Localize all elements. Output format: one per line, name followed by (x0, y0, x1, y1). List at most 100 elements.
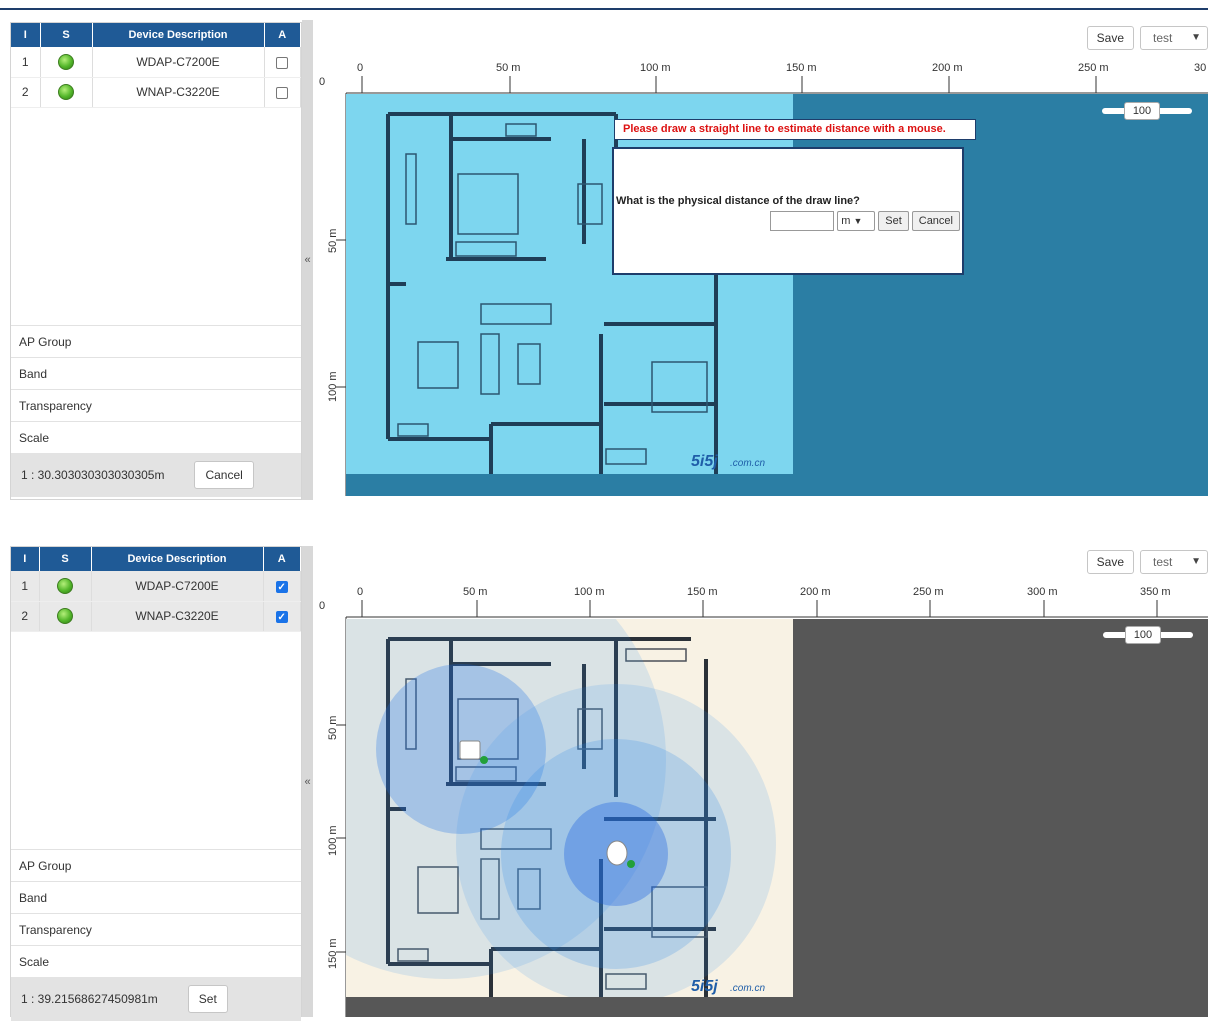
table-row[interactable]: 1 WDAP-C7200E ✓ (11, 571, 301, 602)
dropdown-caret-icon: ▼ (853, 216, 863, 226)
option-ap-group[interactable]: AP Group (11, 325, 301, 357)
table-row[interactable]: 1 WDAP-C7200E (11, 47, 301, 78)
ruler-x-label: 150 m (687, 586, 718, 598)
watermark-text: 5i5j (691, 978, 718, 995)
ruler-x-label: 300 m (1027, 586, 1058, 598)
zoom-slider[interactable]: 100 (1102, 102, 1192, 120)
floor-plan-image: 5i5j .com.cn (346, 619, 793, 1004)
status-green-dot-icon (58, 84, 74, 100)
dialog-question: What is the physical distance of the dra… (616, 195, 860, 207)
col-header-active[interactable]: A (264, 23, 301, 47)
option-scale[interactable]: Scale (11, 421, 301, 453)
ruler-x-label: 200 m (932, 62, 963, 74)
bottom-screenshot-panel: I S Device Description A 1 WDAP-C7200E ✓… (0, 530, 1208, 1021)
save-button[interactable]: Save (1086, 26, 1134, 50)
floor-select[interactable]: test ▼ (1140, 26, 1208, 50)
floor-select[interactable]: test ▼ (1140, 550, 1208, 574)
top-border-line (0, 8, 1208, 10)
options-list: AP Group Band Transparency Scale 1 : 30.… (11, 325, 301, 497)
row-index: 2 (11, 77, 41, 108)
ruler-x-label: 250 m (913, 586, 944, 598)
scale-value: 1 : 39.21568627450981m (21, 992, 158, 1006)
save-button[interactable]: Save (1086, 550, 1134, 574)
ruler-x-label: 30 (1194, 62, 1206, 74)
scale-value: 1 : 30.303030303030305m (21, 468, 165, 482)
ruler-x-label: 200 m (800, 586, 831, 598)
table-row[interactable]: 2 WNAP-C3220E (11, 77, 301, 108)
toolbar: Save test ▼ (1086, 550, 1208, 574)
checkbox-icon[interactable]: ✓ (275, 580, 288, 593)
ruler-x-ticks (361, 76, 1097, 93)
cancel-button[interactable]: Cancel (194, 461, 254, 489)
ruler-y-label: 50 m (327, 229, 339, 253)
ruler-x-label: 0 (357, 586, 363, 598)
option-transparency[interactable]: Transparency (11, 389, 301, 421)
unit-select-value: m (841, 215, 851, 227)
device-table: I S Device Description A 1 WDAP-C7200E 2… (11, 23, 301, 108)
options-list: AP Group Band Transparency Scale 1 : 39.… (11, 849, 301, 1021)
col-header-status[interactable]: S (39, 547, 92, 571)
col-header-description[interactable]: Device Description (92, 23, 265, 47)
ruler-x-label: 350 m (1140, 586, 1171, 598)
ruler-x-label: 150 m (786, 62, 817, 74)
set-button[interactable]: Set (187, 985, 228, 1013)
floorplan-canvas[interactable]: 5i5j .com.cn 100 (346, 619, 1208, 1017)
option-band[interactable]: Band (11, 881, 301, 913)
device-sidebar: I S Device Description A 1 WDAP-C7200E ✓… (10, 546, 302, 1021)
toolbar: Save test ▼ (1086, 26, 1208, 50)
ruler-y-label: 100 m (327, 371, 339, 402)
row-index: 1 (11, 571, 40, 602)
col-header-index[interactable]: I (11, 547, 40, 571)
option-scale[interactable]: Scale (11, 945, 301, 977)
ruler-x-label: 50 m (463, 586, 487, 598)
watermark-text: 5i5j (691, 453, 718, 470)
ruler-x-label: 50 m (496, 62, 520, 74)
ruler-x-label: 0 (357, 62, 363, 74)
dropdown-caret-icon: ▼ (1191, 556, 1201, 567)
ruler-x-ticks (361, 600, 1158, 617)
distance-hint: Please draw a straight line to estimate … (614, 119, 976, 140)
ruler-y-label: 100 m (327, 825, 339, 856)
ruler-x-label: 100 m (574, 586, 605, 598)
col-header-description[interactable]: Device Description (91, 547, 264, 571)
checkbox-icon[interactable]: ✓ (275, 610, 288, 623)
option-band[interactable]: Band (11, 357, 301, 389)
floor-plan-drawing: 5i5j .com.cn (346, 619, 776, 1004)
row-description: WNAP-C3220E (91, 601, 264, 632)
col-header-active[interactable]: A (263, 547, 301, 571)
col-header-status[interactable]: S (40, 23, 93, 47)
row-index: 2 (11, 601, 40, 632)
ruler-y-label: 150 m (327, 938, 339, 969)
distance-dialog: What is the physical distance of the dra… (612, 147, 964, 275)
svg-text:.com.cn: .com.cn (730, 983, 765, 994)
row-description: WDAP-C7200E (92, 47, 265, 78)
ruler-y-label: 0 (319, 600, 325, 612)
coverage-heatmap (346, 619, 776, 1004)
option-ap-group[interactable]: AP Group (11, 849, 301, 881)
status-green-dot-icon (57, 577, 73, 594)
zoom-slider[interactable]: 100 (1103, 626, 1193, 644)
unit-select[interactable]: m ▼ (837, 211, 876, 231)
row-description: WNAP-C3220E (92, 77, 265, 108)
status-green-dot-icon (58, 53, 74, 70)
cancel-button[interactable]: Cancel (911, 211, 960, 231)
ruler-y-label: 0 (319, 76, 325, 88)
dialog-controls: m ▼ Set Cancel (770, 211, 960, 231)
device-table: I S Device Description A 1 WDAP-C7200E ✓… (11, 547, 301, 632)
floor-select-value: test (1153, 555, 1173, 569)
svg-text:.com.cn: .com.cn (730, 458, 765, 469)
scale-bar: 1 : 39.21568627450981m Set (11, 977, 301, 1021)
ruler-x-label: 100 m (640, 62, 671, 74)
distance-input[interactable] (770, 211, 835, 231)
col-header-index[interactable]: I (11, 23, 41, 47)
checkbox-icon[interactable] (276, 56, 289, 69)
set-button[interactable]: Set (878, 211, 909, 231)
zoom-slider-value[interactable]: 100 (1125, 626, 1161, 644)
status-green-dot-icon (57, 608, 73, 624)
ruler-x-label: 250 m (1078, 62, 1109, 74)
checkbox-icon[interactable] (276, 86, 289, 99)
table-row[interactable]: 2 WNAP-C3220E ✓ (11, 601, 301, 632)
device-sidebar: I S Device Description A 1 WDAP-C7200E 2… (10, 22, 302, 500)
zoom-slider-value[interactable]: 100 (1124, 102, 1160, 120)
option-transparency[interactable]: Transparency (11, 913, 301, 945)
